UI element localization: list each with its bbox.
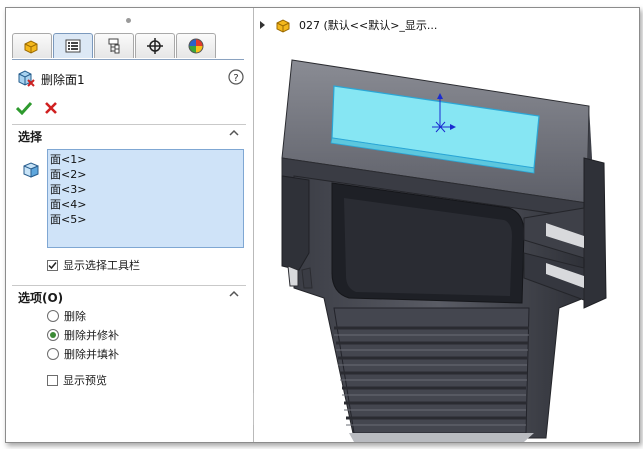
3d-model-render[interactable] bbox=[254, 8, 639, 442]
ok-cancel-row bbox=[15, 101, 66, 118]
list-item[interactable]: 面<5> bbox=[50, 212, 243, 227]
radio-label: 删除并修补 bbox=[64, 329, 119, 342]
radio-button[interactable] bbox=[47, 310, 59, 322]
chevron-up-icon[interactable] bbox=[228, 127, 240, 139]
selection-section-title: 选择 bbox=[18, 130, 43, 144]
feature-title: 删除面1 bbox=[41, 73, 85, 87]
list-item[interactable]: 面<4> bbox=[50, 197, 243, 212]
ok-button[interactable] bbox=[15, 101, 33, 118]
list-item[interactable]: 面<1> bbox=[50, 152, 243, 167]
checkmark-icon bbox=[15, 101, 33, 116]
configuration-icon bbox=[108, 38, 120, 54]
manager-tabs bbox=[12, 33, 244, 60]
radio-button[interactable] bbox=[47, 348, 59, 360]
checkbox-box[interactable] bbox=[47, 374, 58, 386]
appearance-ball-icon bbox=[188, 38, 204, 54]
radio-delete-and-fill[interactable]: 删除并填补 bbox=[47, 346, 119, 362]
radio-label: 删除 bbox=[64, 310, 86, 323]
show-preview-label: 显示预览 bbox=[63, 374, 107, 387]
radio-delete-and-patch[interactable]: 删除并修补 bbox=[47, 327, 119, 343]
selection-section-header[interactable]: 选择 bbox=[12, 124, 246, 144]
tab-configuration-manager[interactable] bbox=[94, 33, 134, 58]
panel-grip[interactable] bbox=[126, 18, 131, 23]
tab-dimxpert-manager[interactable] bbox=[135, 33, 175, 58]
radio-label: 删除并填补 bbox=[64, 348, 119, 361]
svg-text:?: ? bbox=[233, 73, 238, 84]
checkbox-box[interactable] bbox=[47, 259, 58, 271]
property-manager-panel: 删除面1 ? 选择 面<1> 面<2> 面<3> 面<4> 面<5> 显示选择工… bbox=[6, 8, 254, 442]
radio-delete[interactable]: 删除 bbox=[47, 308, 86, 324]
faces-list[interactable]: 面<1> 面<2> 面<3> 面<4> 面<5> bbox=[47, 149, 244, 248]
feature-tree-icon bbox=[24, 40, 38, 54]
tab-property-manager[interactable] bbox=[53, 33, 93, 58]
list-item[interactable]: 面<3> bbox=[50, 182, 243, 197]
show-selection-toolbar-checkbox[interactable]: 显示选择工具栏 bbox=[47, 257, 140, 273]
radio-button-selected[interactable] bbox=[47, 329, 59, 341]
crosshair-icon bbox=[147, 38, 163, 54]
x-icon bbox=[44, 102, 57, 114]
cancel-button[interactable] bbox=[44, 101, 58, 118]
options-section-title: 选项(O) bbox=[18, 291, 64, 305]
delete-face-icon bbox=[18, 70, 35, 87]
check-icon bbox=[48, 261, 57, 269]
list-item[interactable]: 面<2> bbox=[50, 167, 243, 182]
property-list-icon bbox=[65, 39, 81, 53]
graphics-viewport[interactable]: 027 (默认<<默认>_显示... bbox=[254, 8, 639, 442]
help-icon[interactable]: ? bbox=[228, 69, 244, 85]
tab-feature-manager[interactable] bbox=[12, 33, 52, 58]
feature-header: 删除面1 ? bbox=[16, 69, 244, 87]
face-selection-icon bbox=[23, 162, 39, 178]
options-section-header[interactable]: 选项(O) bbox=[12, 285, 246, 305]
chevron-up-icon[interactable] bbox=[228, 288, 240, 300]
application-window: 删除面1 ? 选择 面<1> 面<2> 面<3> 面<4> 面<5> 显示选择工… bbox=[5, 7, 640, 443]
tab-display-manager[interactable] bbox=[176, 33, 216, 58]
show-preview-checkbox[interactable]: 显示预览 bbox=[47, 372, 107, 388]
show-selection-toolbar-label: 显示选择工具栏 bbox=[63, 259, 140, 272]
